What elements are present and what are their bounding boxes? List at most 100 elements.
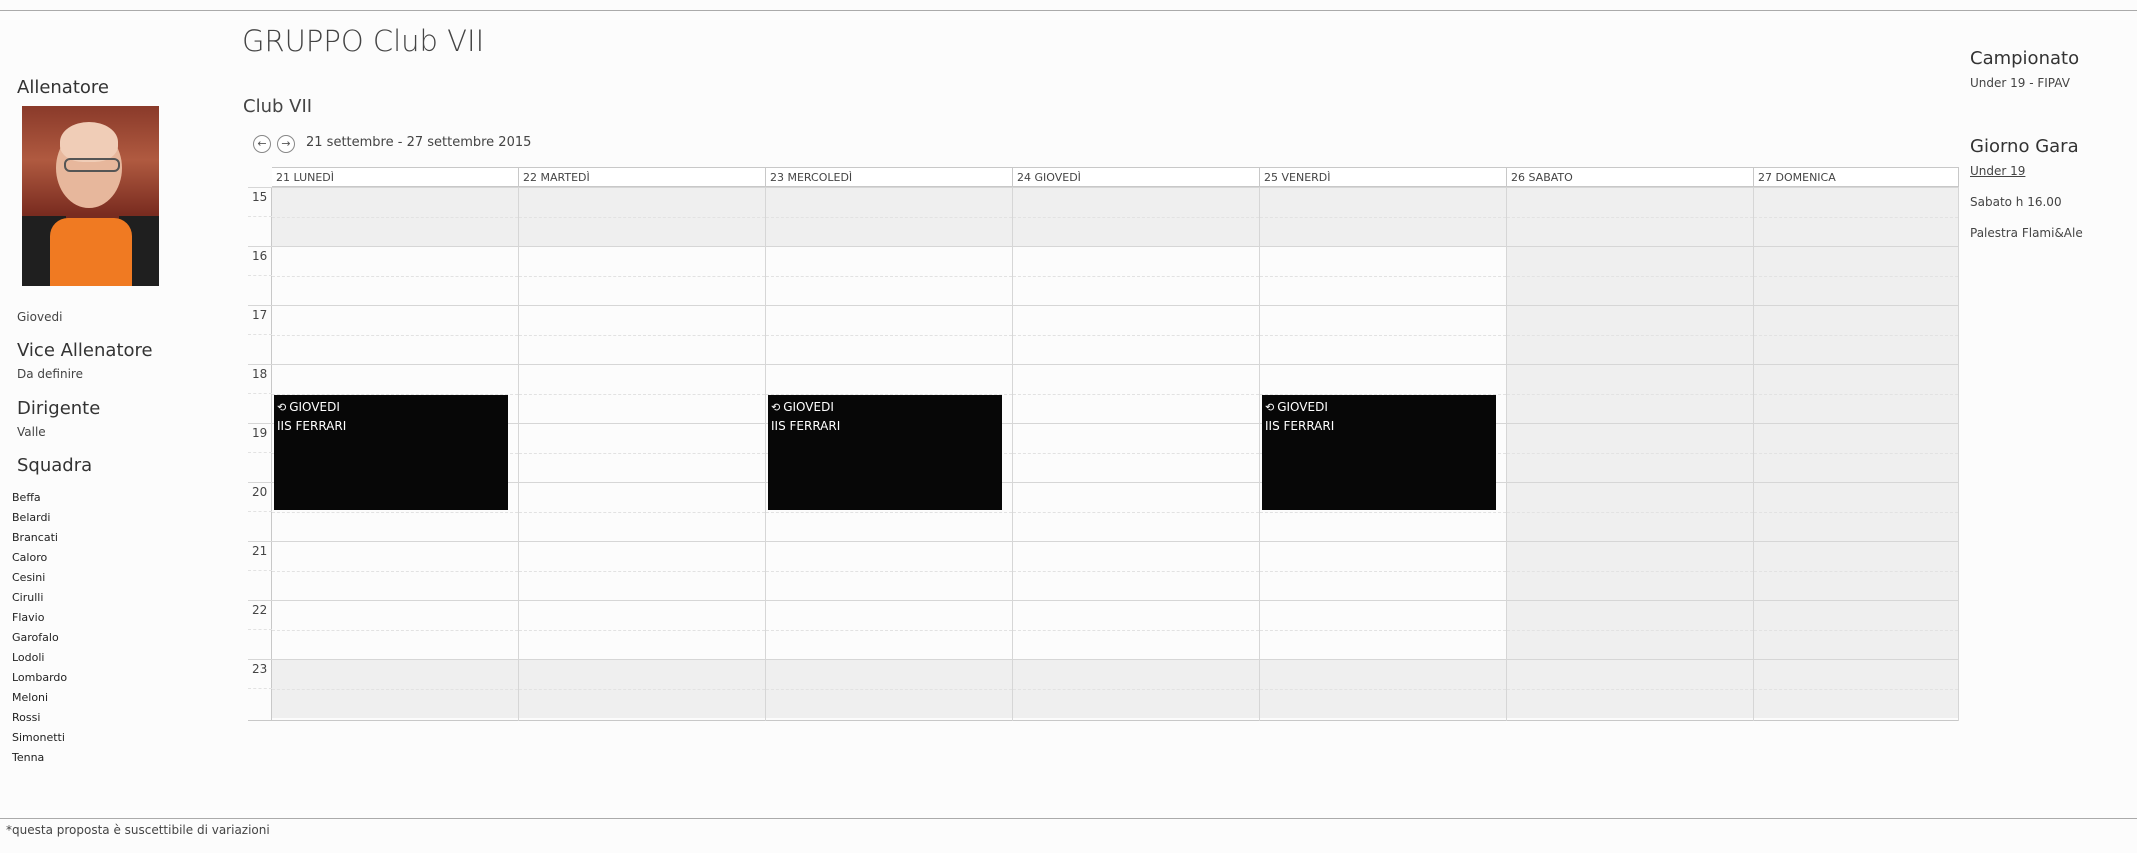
half-hour-line (1754, 217, 1958, 218)
time-slot[interactable] (519, 600, 765, 659)
time-slot[interactable] (272, 246, 518, 305)
time-slot[interactable] (1013, 364, 1259, 423)
time-slot[interactable] (1013, 541, 1259, 600)
director-value: Valle (17, 425, 46, 439)
matchday-link[interactable]: Under 19 (1970, 164, 2025, 178)
half-hour-line (248, 570, 272, 571)
time-slot[interactable] (1013, 600, 1259, 659)
day-header[interactable]: 23 MERCOLEDÌ (766, 167, 1013, 187)
time-slot[interactable] (1260, 305, 1506, 364)
time-slot[interactable] (1507, 482, 1753, 541)
event-location: IIS FERRARI (1265, 418, 1335, 433)
time-slot[interactable] (766, 600, 1012, 659)
time-slot[interactable] (1507, 364, 1753, 423)
next-week-button[interactable]: → (277, 135, 295, 153)
time-slot[interactable] (272, 541, 518, 600)
time-slot[interactable] (1754, 482, 1958, 541)
time-slot[interactable] (766, 246, 1012, 305)
calendar-event[interactable]: ⟲ GIOVEDI IIS FERRARI (768, 394, 1002, 510)
time-slot[interactable] (519, 246, 765, 305)
time-slot[interactable] (1260, 246, 1506, 305)
day-column (1754, 187, 1959, 721)
day-header[interactable]: 21 LUNEDÌ (272, 167, 519, 187)
half-hour-line (1754, 630, 1958, 631)
half-hour-line (1754, 512, 1958, 513)
time-slot[interactable] (519, 187, 765, 246)
event-title-line: ⟲ GIOVEDI (771, 398, 999, 417)
time-slot[interactable] (272, 659, 518, 718)
time-slot[interactable] (1013, 659, 1259, 718)
half-hour-line (766, 571, 1012, 572)
half-hour-line (248, 334, 272, 335)
page-title: GRUPPO Club VII (242, 24, 485, 58)
time-slot[interactable] (519, 423, 765, 482)
time-slot[interactable] (519, 305, 765, 364)
day-column (1013, 187, 1260, 721)
time-slot[interactable] (1013, 423, 1259, 482)
time-slot[interactable] (519, 541, 765, 600)
half-hour-line (1013, 630, 1259, 631)
event-title-line: ⟲ GIOVEDI (277, 398, 505, 417)
time-slot[interactable] (272, 600, 518, 659)
time-slot[interactable] (766, 659, 1012, 718)
calendar-event[interactable]: ⟲ GIOVEDI IIS FERRARI (274, 394, 508, 510)
time-slot[interactable] (272, 305, 518, 364)
time-slot[interactable] (1507, 659, 1753, 718)
time-slot[interactable] (519, 659, 765, 718)
day-header[interactable]: 22 MARTEDÌ (519, 167, 766, 187)
day-header[interactable]: 24 GIOVEDÌ (1013, 167, 1260, 187)
time-slot[interactable] (766, 541, 1012, 600)
time-slot[interactable] (766, 187, 1012, 246)
time-slot[interactable] (1754, 187, 1958, 246)
time-slot[interactable] (1754, 600, 1958, 659)
team-member: Tenna (12, 751, 45, 764)
time-slot[interactable] (1507, 305, 1753, 364)
hour-label: 21 (252, 544, 268, 558)
day-header[interactable]: 27 DOMENICA (1754, 167, 1959, 187)
time-slot[interactable] (1260, 541, 1506, 600)
time-slot[interactable] (1754, 246, 1958, 305)
time-slot[interactable] (519, 364, 765, 423)
time-slot[interactable] (1507, 423, 1753, 482)
time-slot[interactable] (1507, 600, 1753, 659)
team-member: Rossi (12, 711, 41, 724)
time-slot[interactable] (1260, 187, 1506, 246)
hour-line (248, 659, 272, 660)
time-slot[interactable] (1754, 423, 1958, 482)
coach-heading: Allenatore (17, 77, 109, 98)
arrow-right-icon: → (281, 137, 291, 150)
time-slot[interactable] (1507, 541, 1753, 600)
time-slot[interactable] (1754, 305, 1958, 364)
half-hour-line (1754, 335, 1958, 336)
time-slot[interactable] (272, 187, 518, 246)
time-slot[interactable] (1013, 246, 1259, 305)
time-slot[interactable] (1013, 305, 1259, 364)
team-member: Flavio (12, 611, 45, 624)
hour-gutter (248, 187, 272, 721)
team-heading: Squadra (17, 455, 93, 476)
day-header[interactable]: 25 VENERDÌ (1260, 167, 1507, 187)
half-hour-line (519, 689, 765, 690)
time-slot[interactable] (1754, 659, 1958, 718)
time-slot[interactable] (1013, 187, 1259, 246)
time-slot[interactable] (1507, 246, 1753, 305)
calendar-event[interactable]: ⟲ GIOVEDI IIS FERRARI (1262, 394, 1496, 510)
half-hour-line (1013, 217, 1259, 218)
prev-week-button[interactable]: ← (253, 135, 271, 153)
time-slot[interactable] (1013, 482, 1259, 541)
time-slot[interactable] (1507, 187, 1753, 246)
half-hour-line (1260, 630, 1506, 631)
half-hour-line (272, 276, 518, 277)
half-hour-line (1013, 453, 1259, 454)
half-hour-line (519, 217, 765, 218)
time-slot[interactable] (1260, 600, 1506, 659)
time-slot[interactable] (1754, 541, 1958, 600)
time-slot[interactable] (1754, 364, 1958, 423)
half-hour-line (519, 276, 765, 277)
time-slot[interactable] (1260, 659, 1506, 718)
half-hour-line (1260, 512, 1506, 513)
day-header[interactable]: 26 SABATO (1507, 167, 1754, 187)
time-slot[interactable] (766, 305, 1012, 364)
time-slot[interactable] (519, 482, 765, 541)
half-hour-line (766, 276, 1012, 277)
